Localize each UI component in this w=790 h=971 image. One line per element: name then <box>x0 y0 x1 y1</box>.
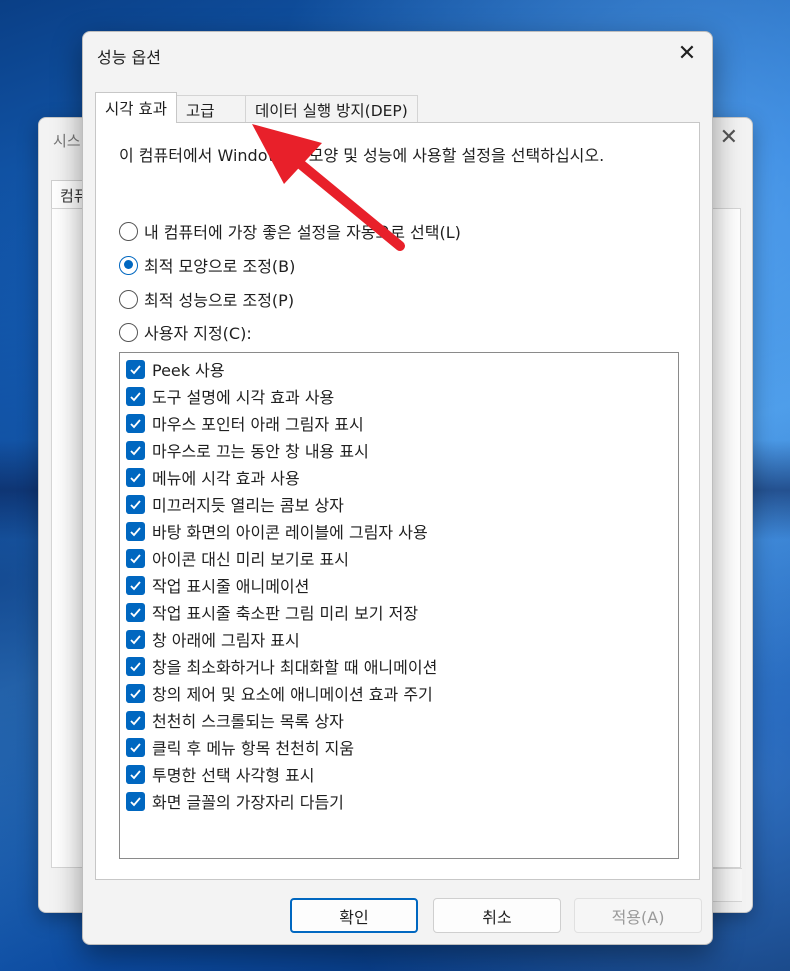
option-taskbar-thumbnail-cache[interactable]: 작업 표시줄 축소판 그림 미리 보기 저장 <box>126 600 418 624</box>
checkbox-checked-icon <box>126 656 145 676</box>
checkbox-checked-icon <box>126 683 145 703</box>
option-label: 마우스로 끄는 동안 창 내용 표시 <box>152 442 369 461</box>
checkbox-checked-icon <box>126 467 145 487</box>
cancel-button[interactable]: 취소 <box>433 898 561 933</box>
close-button[interactable]: ✕ <box>672 38 702 68</box>
option-peek[interactable]: Peek 사용 <box>126 357 225 381</box>
background-dialog-title: 시스 <box>53 132 81 150</box>
checkbox-checked-icon <box>126 629 145 649</box>
option-label: Peek 사용 <box>152 361 225 380</box>
option-label: 메뉴에 시각 효과 사용 <box>152 469 300 488</box>
option-translucent-selection[interactable]: 투명한 선택 사각형 표시 <box>126 762 314 786</box>
option-window-shadow[interactable]: 창 아래에 그림자 표시 <box>126 627 300 651</box>
option-label: 화면 글꼴의 가장자리 다듬기 <box>152 793 344 812</box>
radio-button-icon <box>119 322 138 342</box>
checkbox-checked-icon <box>126 764 145 784</box>
option-label: 투명한 선택 사각형 표시 <box>152 766 315 785</box>
option-label: 천천히 스크롤되는 목록 상자 <box>152 712 344 731</box>
option-menu-fade[interactable]: 클릭 후 메뉴 항목 천천히 지움 <box>126 735 354 759</box>
tab-data-execution-prevention[interactable]: 데이터 실행 방지(DEP) <box>244 95 418 123</box>
option-label: 창 아래에 그림자 표시 <box>152 631 300 650</box>
checkbox-checked-icon <box>126 602 145 622</box>
dialog-title: 성능 옵션 <box>97 48 161 67</box>
checkbox-checked-icon <box>126 521 145 541</box>
close-icon: ✕ <box>677 40 697 66</box>
radio-best-performance[interactable]: 최적 성능으로 조정(P) <box>119 287 294 311</box>
option-slide-combo[interactable]: 미끄러지듯 열리는 콤보 상자 <box>126 492 344 516</box>
option-icon-label-shadow[interactable]: 바탕 화면의 아이콘 레이블에 그림자 사용 <box>126 519 428 543</box>
background-button-stub[interactable] <box>712 868 742 902</box>
option-minmax-animation[interactable]: 창을 최소화하거나 최대화할 때 애니메이션 <box>126 654 437 678</box>
radio-let-windows-choose[interactable]: 내 컴퓨터에 가장 좋은 설정을 자동으로 선택(L) <box>119 219 461 243</box>
option-smooth-scroll[interactable]: 천천히 스크롤되는 목록 상자 <box>126 708 344 732</box>
option-label: 창의 제어 및 요소에 애니메이션 효과 주기 <box>152 685 433 704</box>
visual-effects-panel: 이 컴퓨터에서 Windows의 모양 및 성능에 사용할 설정을 선택하십시오… <box>95 122 700 880</box>
option-tooltip-effects[interactable]: 도구 설명에 시각 효과 사용 <box>126 384 334 408</box>
option-label: 클릭 후 메뉴 항목 천천히 지움 <box>152 739 355 758</box>
checkbox-checked-icon <box>126 710 145 730</box>
option-pointer-shadow[interactable]: 마우스 포인터 아래 그림자 표시 <box>126 411 364 435</box>
option-taskbar-animation[interactable]: 작업 표시줄 애니메이션 <box>126 573 309 597</box>
background-close-icon[interactable]: ✕ <box>720 126 738 150</box>
tab-strip: 시각 효과 고급 데이터 실행 방지(DEP) <box>95 92 418 123</box>
radio-label: 최적 성능으로 조정(P) <box>144 291 295 310</box>
checkbox-checked-icon <box>126 494 145 514</box>
radio-custom[interactable]: 사용자 지정(C): <box>119 320 252 344</box>
option-label: 아이콘 대신 미리 보기로 표시 <box>152 550 349 569</box>
visual-effects-list[interactable]: Peek 사용 도구 설명에 시각 효과 사용 마우스 포인터 아래 그림자 표… <box>119 352 679 859</box>
radio-label: 최적 모양으로 조정(B) <box>144 257 296 276</box>
option-label: 작업 표시줄 축소판 그림 미리 보기 저장 <box>152 604 419 623</box>
checkbox-checked-icon <box>126 791 145 811</box>
tab-visual-effects[interactable]: 시각 효과 <box>95 92 177 123</box>
performance-options-dialog: 성능 옵션 ✕ 시각 효과 고급 데이터 실행 방지(DEP) 이 컴퓨터에서 … <box>82 31 713 945</box>
radio-button-icon <box>119 221 138 241</box>
checkbox-checked-icon <box>126 413 145 433</box>
option-label: 도구 설명에 시각 효과 사용 <box>152 388 335 407</box>
option-drag-contents[interactable]: 마우스로 끄는 동안 창 내용 표시 <box>126 438 369 462</box>
option-label: 창을 최소화하거나 최대화할 때 애니메이션 <box>152 658 438 677</box>
radio-button-icon <box>119 289 138 309</box>
apply-button[interactable]: 적용(A) <box>574 898 702 933</box>
option-label: 바탕 화면의 아이콘 레이블에 그림자 사용 <box>152 523 428 542</box>
description-text: 이 컴퓨터에서 Windows의 모양 및 성능에 사용할 설정을 선택하십시오… <box>119 146 605 165</box>
radio-button-selected-icon <box>119 255 138 275</box>
radio-label: 사용자 지정(C): <box>144 324 252 343</box>
option-font-smoothing[interactable]: 화면 글꼴의 가장자리 다듬기 <box>126 789 344 813</box>
radio-label: 내 컴퓨터에 가장 좋은 설정을 자동으로 선택(L) <box>144 223 461 242</box>
option-control-animation[interactable]: 창의 제어 및 요소에 애니메이션 효과 주기 <box>126 681 433 705</box>
option-label: 작업 표시줄 애니메이션 <box>152 577 310 596</box>
ok-button[interactable]: 확인 <box>290 898 418 933</box>
checkbox-checked-icon <box>126 440 145 460</box>
option-thumbnails[interactable]: 아이콘 대신 미리 보기로 표시 <box>126 546 349 570</box>
checkbox-checked-icon <box>126 386 145 406</box>
checkbox-checked-icon <box>126 548 145 568</box>
option-label: 미끄러지듯 열리는 콤보 상자 <box>152 496 344 515</box>
checkbox-checked-icon <box>126 359 145 379</box>
tab-advanced[interactable]: 고급 <box>175 95 246 123</box>
checkbox-checked-icon <box>126 737 145 757</box>
option-menu-effects[interactable]: 메뉴에 시각 효과 사용 <box>126 465 300 489</box>
radio-best-appearance[interactable]: 최적 모양으로 조정(B) <box>119 253 295 277</box>
option-label: 마우스 포인터 아래 그림자 표시 <box>152 415 364 434</box>
checkbox-checked-icon <box>126 575 145 595</box>
